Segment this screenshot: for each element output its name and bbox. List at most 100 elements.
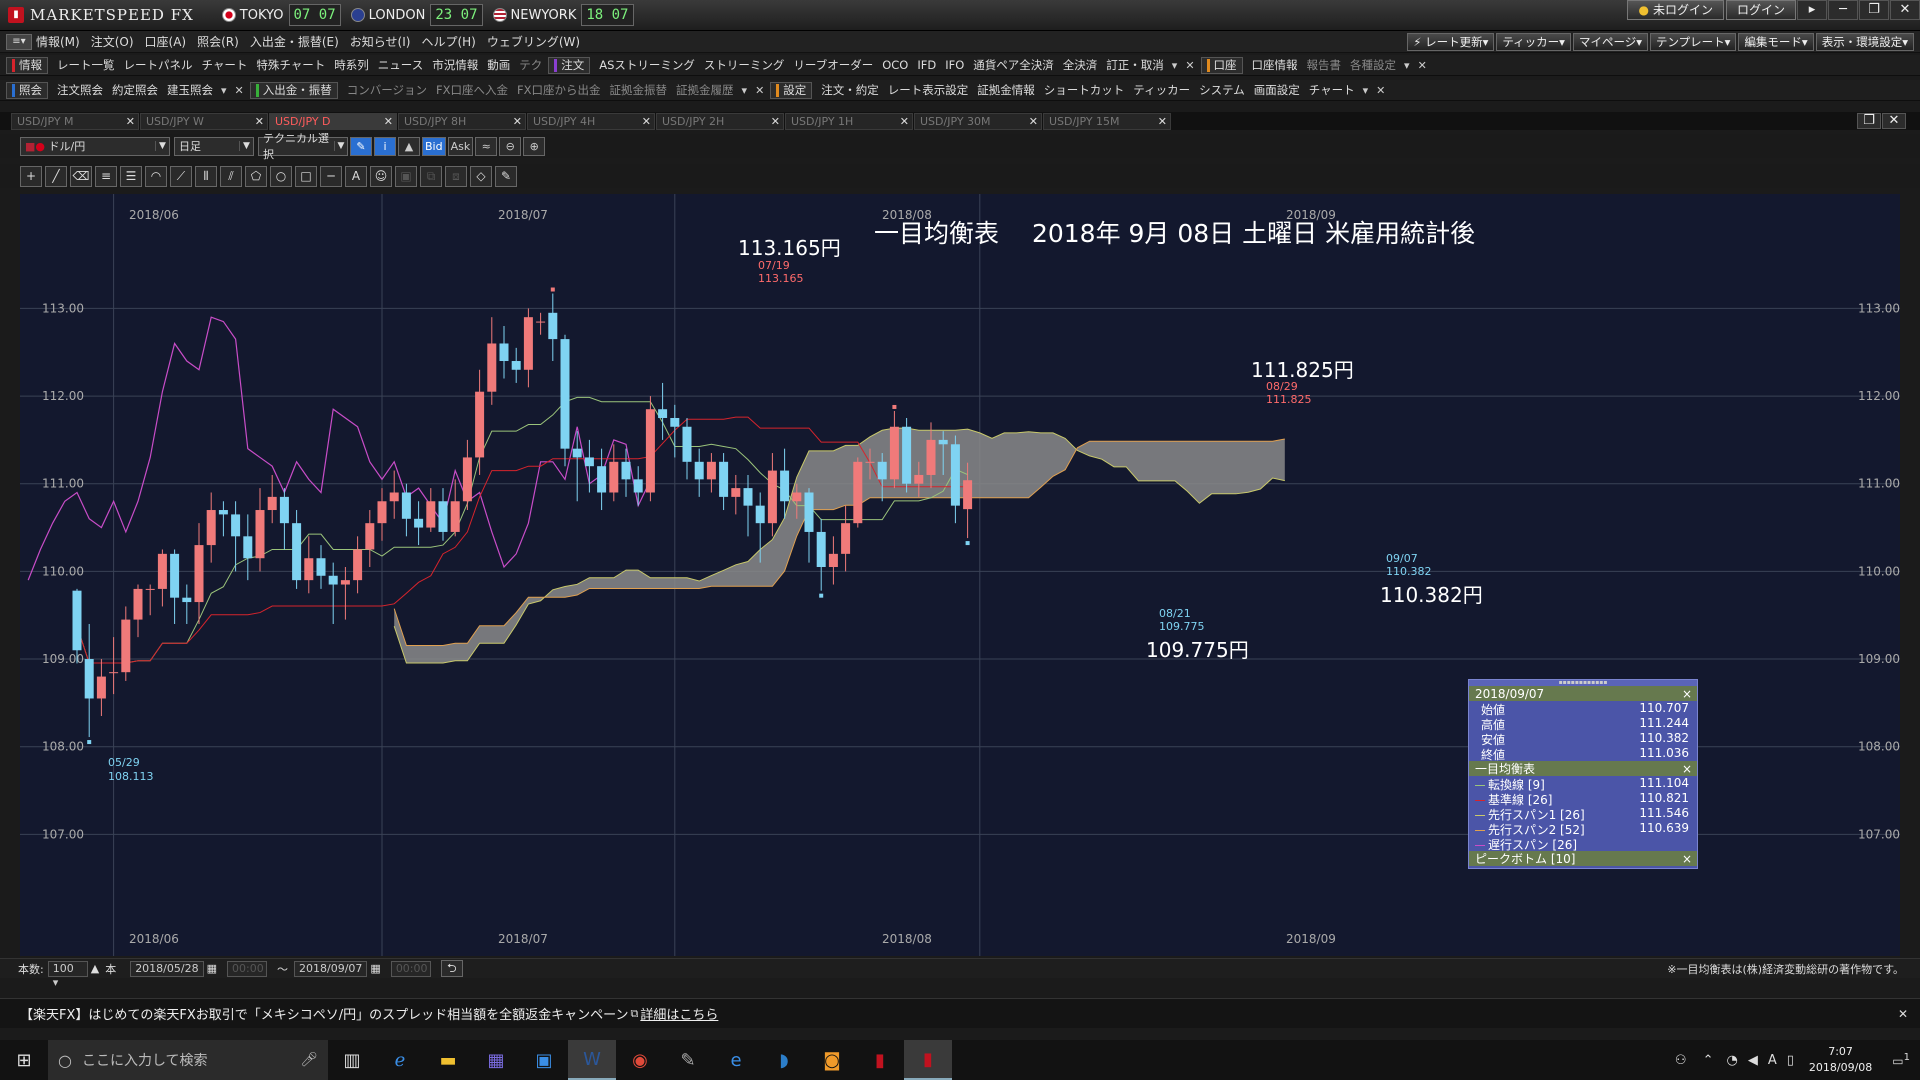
tb-close-all[interactable]: 全決済 [1063,57,1098,73]
compare-icon[interactable]: ≈ [475,136,498,156]
delete-all-icon[interactable]: ✎ [495,165,517,187]
calculator-icon[interactable]: ▦ [472,1040,520,1080]
chrome-icon[interactable]: ◉ [616,1040,664,1080]
menu-info[interactable]: 情報(M) [36,33,80,50]
tb-system[interactable]: システム [1199,82,1245,98]
calendar-icon[interactable]: ▦ [207,962,217,975]
tb-oco[interactable]: OCO [882,58,908,72]
tb-chart[interactable]: チャート [202,57,248,73]
close-icon[interactable]: ✕ [1185,59,1194,72]
eraser-icon[interactable]: ⌫ [70,165,92,187]
tb-execution-inquiry[interactable]: 約定照会 [112,82,158,98]
tb-leave-order[interactable]: リーブオーダー [793,57,873,73]
fibonacci-icon[interactable]: ☰ [120,165,142,187]
rectangle-icon[interactable]: □ [295,165,317,187]
microphone-icon[interactable]: 🎤︎ [300,1052,318,1068]
menu-deposit[interactable]: 入出金・振替(E) [250,33,339,50]
price-chart[interactable]: 107.00 107.00 108.00 108.00 109.00 109.00 110.… [20,194,1900,956]
dropdown-arrow-icon[interactable]: ▾ [221,84,227,97]
tb-shortcut[interactable]: ショートカット [1044,82,1125,98]
bar-count-select[interactable]: 100 ▾ [47,960,88,989]
close-icon[interactable]: ✕ [126,115,135,128]
paint-icon[interactable]: ✎ [664,1040,712,1080]
tb-timeseries[interactable]: 時系列 [334,57,369,73]
taskbar-search[interactable]: ○ ここに入力して検索 🎤︎ [48,1040,328,1080]
speaker-icon[interactable]: ◀ [1748,1053,1758,1068]
minimize-button[interactable]: ─ [1828,0,1858,20]
edit-mode-button[interactable]: 編集モード▾ [1738,32,1814,51]
tb-chart-settings[interactable]: チャート [1309,82,1355,98]
tb-margin-info[interactable]: 証拠金情報 [977,82,1035,98]
bid-button[interactable]: Bid [422,136,446,156]
tab-usdjpy-30m[interactable]: USD/JPY 30M ✕ [914,112,1042,130]
horizontal-line-icon[interactable]: ─ [320,165,342,187]
currency-pair-select[interactable]: ■● ドル/円 ▼ [20,136,170,156]
timeframe-select[interactable]: 日足 ▼ [174,136,254,156]
close-icon[interactable]: ✕ [900,115,909,128]
close-icon[interactable]: ✕ [1418,59,1427,72]
zoom-in-icon[interactable]: ⊕ [523,136,546,156]
circle-icon[interactable]: ○ [270,165,292,187]
delete-icon[interactable]: ◇ [470,165,492,187]
mypage-button[interactable]: マイページ▾ [1572,32,1648,51]
template-button[interactable]: テンプレート▾ [1650,32,1737,51]
tb-news[interactable]: ニュース [378,57,423,73]
data-window[interactable]: ▪▪▪▪▪▪▪▪▪▪▪▪ 2018/09/07 × 始値 110.707 高値 111… [1468,679,1698,869]
word-icon[interactable]: W [568,1040,616,1080]
date-from-field[interactable]: 2018/05/28 [130,960,204,977]
ime-indicator[interactable]: A [1768,1053,1777,1068]
news-detail-link[interactable]: 詳細はこちら [640,1004,718,1023]
menu-notice[interactable]: お知らせ(I) [350,33,411,50]
close-icon[interactable]: ✕ [771,115,780,128]
ask-button[interactable]: Ask [447,136,474,156]
close-icon[interactable]: ✕ [1898,1007,1908,1021]
tb-pair-close-all[interactable]: 通貨ペア全決済 [973,57,1054,73]
maximize-button[interactable]: ❐ [1859,0,1889,20]
tb-report[interactable]: 報告書 [1307,57,1342,73]
dropdown-arrow-icon[interactable]: ▾ [1404,59,1410,72]
people-icon[interactable]: ⚇ [1675,1053,1687,1068]
tab-usdjpy-w[interactable]: USD/JPY W ✕ [140,112,268,130]
tb-order-execution[interactable]: 注文・約定 [821,82,879,98]
windows-start-icon[interactable]: ⊞ [0,1040,48,1080]
close-icon[interactable]: ✕ [255,115,264,128]
edge-icon[interactable]: e [712,1040,760,1080]
menu-account[interactable]: 口座(A) [145,33,187,50]
system-clock[interactable]: 7:07 2018/09/08 [1809,1044,1872,1076]
tb-market-info[interactable]: 市況情報 [432,57,478,73]
pen-icon[interactable]: ✎ [350,136,372,156]
time-from-field[interactable]: 00:00 [227,960,267,977]
vertical-lines-icon[interactable]: ⦀ [195,165,217,187]
menu-help[interactable]: ヘルプ(H) [421,33,475,50]
info-icon[interactable]: i [374,136,396,156]
stepper-up-icon[interactable]: ▲ [91,962,99,975]
task-view-icon[interactable]: ▥ [328,1040,376,1080]
tb-fx-deposit[interactable]: FX口座へ入金 [436,82,508,98]
close-icon[interactable]: ✕ [513,115,522,128]
marketspeed-icon[interactable]: ▮ [856,1040,904,1080]
dropdown-arrow-icon[interactable]: ▾ [742,84,748,97]
close-icon[interactable]: ✕ [642,115,651,128]
close-icon[interactable]: × [1682,852,1692,866]
tb-streaming[interactable]: ストリーミング [704,57,785,73]
wifi-icon[interactable]: ◔ [1726,1053,1737,1068]
close-icon[interactable]: ✕ [1158,115,1167,128]
horizontal-lines-icon[interactable]: ≡ [95,165,117,187]
close-icon[interactable]: ✕ [1376,84,1385,97]
tb-screen-settings[interactable]: 画面設定 [1254,82,1300,98]
icon-stamp-icon[interactable]: ☺ [370,165,392,187]
ticker-button[interactable]: ティッカー▾ [1496,32,1571,51]
close-icon[interactable]: ✕ [1029,115,1038,128]
menu-inquiry[interactable]: 照会(R) [197,33,239,50]
login-status[interactable]: ● 未ログイン [1627,0,1724,20]
time-to-field[interactable]: 00:00 [390,960,431,977]
login-button[interactable]: ログイン [1725,0,1796,20]
close-chart-icon[interactable]: ✕ [1882,113,1906,129]
tb-ifo[interactable]: IFO [945,58,964,72]
restore-icon[interactable]: ❐ [1857,113,1881,129]
marketspeed-fx-icon[interactable]: ▮ [904,1040,952,1080]
menu-order[interactable]: 注文(O) [91,33,134,50]
tb-margin-transfer[interactable]: 証拠金振替 [610,82,668,98]
app-window-icon[interactable]: ▣ [520,1040,568,1080]
tb-settings[interactable]: 各種設定 [1350,57,1396,73]
